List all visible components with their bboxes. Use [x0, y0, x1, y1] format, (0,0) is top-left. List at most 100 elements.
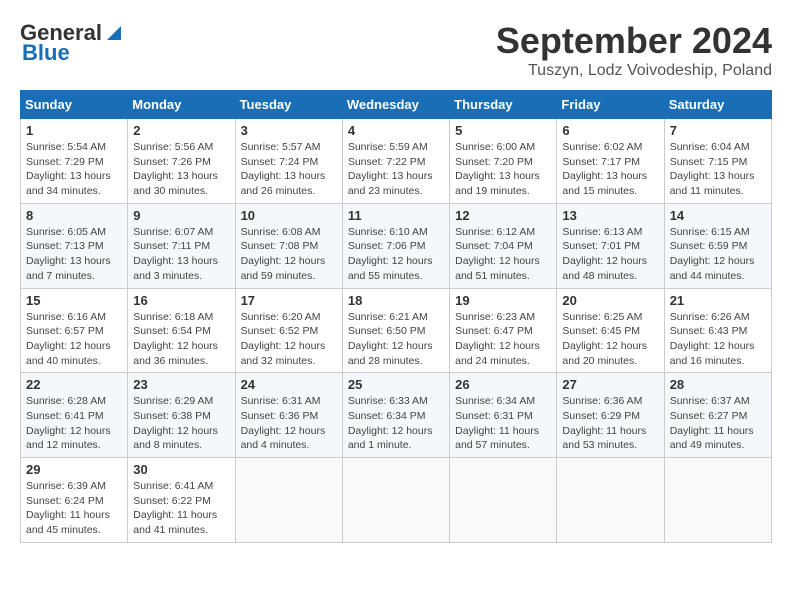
day-number: 22 — [26, 377, 122, 392]
day-info: Sunrise: 5:56 AMSunset: 7:26 PMDaylight:… — [133, 140, 229, 199]
day-info: Sunrise: 5:54 AMSunset: 7:29 PMDaylight:… — [26, 140, 122, 199]
calendar-cell: 24 Sunrise: 6:31 AMSunset: 6:36 PMDayligh… — [235, 373, 342, 458]
day-info: Sunrise: 6:08 AMSunset: 7:08 PMDaylight:… — [241, 225, 337, 284]
day-number: 10 — [241, 208, 337, 223]
calendar-cell: 21 Sunrise: 6:26 AMSunset: 6:43 PMDayligh… — [664, 288, 771, 373]
calendar-cell: 25 Sunrise: 6:33 AMSunset: 6:34 PMDayligh… — [342, 373, 449, 458]
day-info: Sunrise: 6:10 AMSunset: 7:06 PMDaylight:… — [348, 225, 444, 284]
day-number: 30 — [133, 462, 229, 477]
calendar-cell: 19Sunrise: 6:23 AMSunset: 6:47 PMDayligh… — [450, 288, 557, 373]
day-info: Sunrise: 6:00 AMSunset: 7:20 PMDaylight:… — [455, 140, 551, 199]
weekday-header: Saturday — [664, 91, 771, 119]
weekday-header: Thursday — [450, 91, 557, 119]
calendar-cell: 6 Sunrise: 6:02 AMSunset: 7:17 PMDaylight… — [557, 119, 664, 204]
day-info: Sunrise: 6:39 AMSunset: 6:24 PMDaylight:… — [26, 479, 122, 538]
calendar-cell: 22 Sunrise: 6:28 AMSunset: 6:41 PMDayligh… — [21, 373, 128, 458]
calendar-cell: 12 Sunrise: 6:12 AMSunset: 7:04 PMDayligh… — [450, 203, 557, 288]
day-number: 9 — [133, 208, 229, 223]
day-number: 25 — [348, 377, 444, 392]
calendar-cell: 2 Sunrise: 5:56 AMSunset: 7:26 PMDaylight… — [128, 119, 235, 204]
day-number: 29 — [26, 462, 122, 477]
calendar-cell: 17 Sunrise: 6:20 AMSunset: 6:52 PMDayligh… — [235, 288, 342, 373]
day-info: Sunrise: 5:59 AMSunset: 7:22 PMDaylight:… — [348, 140, 444, 199]
calendar-cell: 10 Sunrise: 6:08 AMSunset: 7:08 PMDayligh… — [235, 203, 342, 288]
day-info: Sunrise: 6:07 AMSunset: 7:11 PMDaylight:… — [133, 225, 229, 284]
day-number: 1 — [26, 123, 122, 138]
weekday-header: Friday — [557, 91, 664, 119]
day-number: 16 — [133, 293, 229, 308]
day-number: 5 — [455, 123, 551, 138]
calendar-cell: 7Sunrise: 6:04 AMSunset: 7:15 PMDaylight… — [664, 119, 771, 204]
weekday-header: Wednesday — [342, 91, 449, 119]
day-info: Sunrise: 6:28 AMSunset: 6:41 PMDaylight:… — [26, 394, 122, 453]
location: Tuszyn, Lodz Voivodeship, Poland — [496, 62, 772, 80]
calendar-cell — [664, 458, 771, 543]
calendar-cell: 13Sunrise: 6:13 AMSunset: 7:01 PMDayligh… — [557, 203, 664, 288]
day-info: Sunrise: 6:25 AMSunset: 6:45 PMDaylight:… — [562, 310, 658, 369]
day-number: 26 — [455, 377, 551, 392]
day-number: 21 — [670, 293, 766, 308]
day-number: 24 — [241, 377, 337, 392]
calendar-week-row: 1 Sunrise: 5:54 AMSunset: 7:29 PMDaylight… — [21, 119, 772, 204]
day-number: 27 — [562, 377, 658, 392]
calendar-cell: 23 Sunrise: 6:29 AMSunset: 6:38 PMDayligh… — [128, 373, 235, 458]
day-number: 4 — [348, 123, 444, 138]
calendar-week-row: 29 Sunrise: 6:39 AMSunset: 6:24 PMDayligh… — [21, 458, 772, 543]
day-number: 3 — [241, 123, 337, 138]
calendar-cell: 20 Sunrise: 6:25 AMSunset: 6:45 PMDayligh… — [557, 288, 664, 373]
calendar-header-row: SundayMondayTuesdayWednesdayThursdayFrid… — [21, 91, 772, 119]
calendar-cell: 26Sunrise: 6:34 AMSunset: 6:31 PMDayligh… — [450, 373, 557, 458]
day-number: 23 — [133, 377, 229, 392]
day-info: Sunrise: 6:02 AMSunset: 7:17 PMDaylight:… — [562, 140, 658, 199]
calendar-cell: 4 Sunrise: 5:59 AMSunset: 7:22 PMDaylight… — [342, 119, 449, 204]
day-info: Sunrise: 6:36 AMSunset: 6:29 PMDaylight:… — [562, 394, 658, 453]
day-info: Sunrise: 6:20 AMSunset: 6:52 PMDaylight:… — [241, 310, 337, 369]
day-number: 18 — [348, 293, 444, 308]
day-number: 2 — [133, 123, 229, 138]
day-info: Sunrise: 6:41 AMSunset: 6:22 PMDaylight:… — [133, 479, 229, 538]
calendar-cell: 5 Sunrise: 6:00 AMSunset: 7:20 PMDaylight… — [450, 119, 557, 204]
page-header: General Blue September 2024 Tuszyn, Lodz… — [20, 20, 772, 80]
day-info: Sunrise: 6:26 AMSunset: 6:43 PMDaylight:… — [670, 310, 766, 369]
day-info: Sunrise: 6:18 AMSunset: 6:54 PMDaylight:… — [133, 310, 229, 369]
day-info: Sunrise: 6:37 AMSunset: 6:27 PMDaylight:… — [670, 394, 766, 453]
calendar-week-row: 15 Sunrise: 6:16 AMSunset: 6:57 PMDayligh… — [21, 288, 772, 373]
calendar-cell: 1 Sunrise: 5:54 AMSunset: 7:29 PMDaylight… — [21, 119, 128, 204]
day-number: 12 — [455, 208, 551, 223]
weekday-header: Tuesday — [235, 91, 342, 119]
day-number: 7 — [670, 123, 766, 138]
day-info: Sunrise: 6:31 AMSunset: 6:36 PMDaylight:… — [241, 394, 337, 453]
weekday-header: Sunday — [21, 91, 128, 119]
calendar-cell: 18Sunrise: 6:21 AMSunset: 6:50 PMDayligh… — [342, 288, 449, 373]
day-number: 15 — [26, 293, 122, 308]
calendar-week-row: 8 Sunrise: 6:05 AMSunset: 7:13 PMDaylight… — [21, 203, 772, 288]
calendar-cell: 29 Sunrise: 6:39 AMSunset: 6:24 PMDayligh… — [21, 458, 128, 543]
day-info: Sunrise: 6:15 AMSunset: 6:59 PMDaylight:… — [670, 225, 766, 284]
day-info: Sunrise: 6:05 AMSunset: 7:13 PMDaylight:… — [26, 225, 122, 284]
calendar-cell — [342, 458, 449, 543]
day-info: Sunrise: 6:23 AMSunset: 6:47 PMDaylight:… — [455, 310, 551, 369]
day-number: 8 — [26, 208, 122, 223]
day-info: Sunrise: 6:12 AMSunset: 7:04 PMDaylight:… — [455, 225, 551, 284]
calendar-cell — [557, 458, 664, 543]
calendar-cell — [450, 458, 557, 543]
calendar-cell: 15 Sunrise: 6:16 AMSunset: 6:57 PMDayligh… — [21, 288, 128, 373]
logo: General Blue — [20, 20, 125, 66]
day-number: 28 — [670, 377, 766, 392]
calendar-cell: 27 Sunrise: 6:36 AMSunset: 6:29 PMDayligh… — [557, 373, 664, 458]
day-info: Sunrise: 6:29 AMSunset: 6:38 PMDaylight:… — [133, 394, 229, 453]
title-area: September 2024 Tuszyn, Lodz Voivodeship,… — [496, 20, 772, 80]
day-info: Sunrise: 6:16 AMSunset: 6:57 PMDaylight:… — [26, 310, 122, 369]
calendar-cell: 30 Sunrise: 6:41 AMSunset: 6:22 PMDayligh… — [128, 458, 235, 543]
day-info: Sunrise: 6:33 AMSunset: 6:34 PMDaylight:… — [348, 394, 444, 453]
day-number: 6 — [562, 123, 658, 138]
day-number: 14 — [670, 208, 766, 223]
day-number: 13 — [562, 208, 658, 223]
calendar-cell: 3Sunrise: 5:57 AMSunset: 7:24 PMDaylight… — [235, 119, 342, 204]
day-number: 17 — [241, 293, 337, 308]
calendar-cell: 16 Sunrise: 6:18 AMSunset: 6:54 PMDayligh… — [128, 288, 235, 373]
calendar-cell: 8 Sunrise: 6:05 AMSunset: 7:13 PMDaylight… — [21, 203, 128, 288]
day-number: 20 — [562, 293, 658, 308]
calendar-cell: 11 Sunrise: 6:10 AMSunset: 7:06 PMDayligh… — [342, 203, 449, 288]
day-number: 11 — [348, 208, 444, 223]
